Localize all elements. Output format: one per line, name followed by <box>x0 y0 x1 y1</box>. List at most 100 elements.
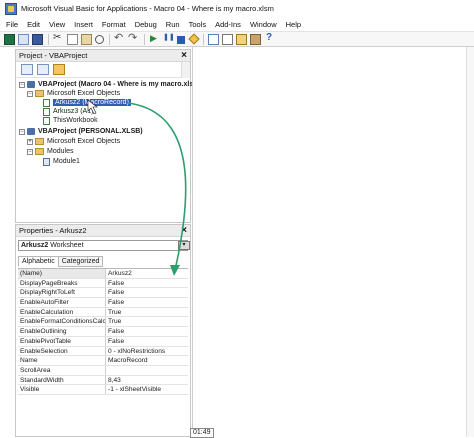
worksheet-icon <box>43 98 50 107</box>
tree-item-vbaproject-personal[interactable]: − VBAProject (PERSONAL.XLSB) <box>19 127 143 136</box>
save-icon[interactable] <box>32 33 43 45</box>
tree-item-label: VBAProject (PERSONAL.XLSB) <box>38 128 143 135</box>
undo-icon[interactable] <box>114 31 125 45</box>
code-window-area[interactable] <box>192 47 474 437</box>
property-value[interactable]: False <box>106 327 188 336</box>
property-row[interactable]: DisplayPageBreaks False <box>18 278 188 289</box>
paste-icon[interactable] <box>81 33 92 45</box>
cut-icon[interactable] <box>53 32 64 45</box>
find-icon[interactable] <box>95 34 104 44</box>
expand-icon[interactable]: + <box>27 138 33 145</box>
tree-item-arkusz3[interactable]: Arkusz3 (A1) <box>43 107 93 116</box>
menu-insert[interactable]: Insert <box>74 20 93 29</box>
object-browser-icon[interactable] <box>236 33 247 45</box>
collapse-icon[interactable]: − <box>19 81 25 88</box>
main-scrollbar[interactable] <box>466 47 474 437</box>
menu-help[interactable]: Help <box>286 20 301 29</box>
excel-icon[interactable] <box>4 33 15 45</box>
toolbox-icon[interactable] <box>250 33 261 45</box>
worksheet-icon <box>43 107 50 116</box>
object-name: Arkusz2 <box>21 242 49 249</box>
properties-icon[interactable] <box>222 33 233 45</box>
property-row[interactable]: EnableAutoFilter False <box>18 298 188 308</box>
tab-alphabetic[interactable]: Alphabetic <box>18 256 59 267</box>
reset-icon[interactable] <box>177 35 185 44</box>
menu-format[interactable]: Format <box>102 20 126 29</box>
menu-edit[interactable]: Edit <box>27 20 40 29</box>
view-code-icon[interactable] <box>21 64 33 75</box>
property-row[interactable]: (Name) Arkusz2 <box>18 269 188 279</box>
menu-window[interactable]: Window <box>250 20 277 29</box>
property-value[interactable] <box>106 366 188 375</box>
property-value[interactable]: True <box>106 308 188 317</box>
property-value[interactable]: Arkusz2 <box>106 269 188 278</box>
tree-item-label: Module1 <box>53 158 80 165</box>
property-row[interactable]: Name MacroRecord <box>18 356 188 366</box>
tree-item-excel-objects-personal[interactable]: + Microsoft Excel Objects <box>27 137 120 146</box>
property-value[interactable]: -1 - xlSheetVisible <box>106 385 188 394</box>
tree-item-excel-objects[interactable]: − Microsoft Excel Objects <box>27 89 120 98</box>
property-row[interactable]: Visible -1 - xlSheetVisible <box>18 385 188 395</box>
property-name: StandardWidth <box>18 375 106 385</box>
menu-tools[interactable]: Tools <box>189 20 207 29</box>
properties-pane: Properties - Arkusz2 × Arkusz2 Worksheet… <box>15 224 191 437</box>
break-icon[interactable] <box>163 33 175 45</box>
help-icon[interactable] <box>264 32 275 45</box>
view-object-icon[interactable] <box>37 64 49 75</box>
property-value[interactable]: False <box>106 279 188 288</box>
properties-pane-title: Properties - Arkusz2 × <box>16 225 190 237</box>
property-value[interactable]: MacroRecord <box>106 356 188 365</box>
window-title: Microsoft Visual Basic for Applications … <box>21 4 274 13</box>
menu-file[interactable]: File <box>6 20 18 29</box>
property-row[interactable]: ScrollArea <box>18 365 188 376</box>
tree-item-modules[interactable]: − Modules <box>27 147 73 156</box>
folder-icon <box>35 138 44 145</box>
property-row[interactable]: EnableCalculation True <box>18 307 188 318</box>
property-value[interactable]: True <box>106 317 188 326</box>
properties-grid: (Name) Arkusz2 DisplayPageBreaks False D… <box>18 268 188 395</box>
tree-item-module1[interactable]: Module1 <box>43 157 80 166</box>
collapse-icon[interactable]: − <box>27 148 33 155</box>
tree-item-label: ThisWorkbook <box>53 117 98 124</box>
property-row[interactable]: StandardWidth 8,43 <box>18 375 188 386</box>
property-row[interactable]: EnableSelection 0 - xlNoRestrictions <box>18 346 188 357</box>
vba-project-icon <box>27 81 35 88</box>
property-value[interactable]: False <box>106 298 188 307</box>
property-row[interactable]: DisplayRightToLeft False <box>18 288 188 299</box>
tree-item-thisworkbook[interactable]: ThisWorkbook <box>43 116 98 125</box>
menu-view[interactable]: View <box>49 20 65 29</box>
property-value[interactable]: False <box>106 288 188 297</box>
collapse-icon[interactable]: − <box>27 90 33 97</box>
copy-icon[interactable] <box>67 33 78 45</box>
pane-dropdown-toggle[interactable]: ▾ <box>178 241 190 250</box>
property-value[interactable]: False <box>106 337 188 346</box>
module-icon <box>43 157 50 166</box>
tab-categorized[interactable]: Categorized <box>57 256 104 267</box>
insert-module-icon[interactable] <box>18 33 29 45</box>
property-row[interactable]: EnablePivotTable False <box>18 336 188 347</box>
design-mode-icon[interactable] <box>188 33 200 45</box>
property-row[interactable]: EnableFormatConditionsCalcula True <box>18 317 188 328</box>
vba-app-icon <box>5 2 17 15</box>
redo-icon[interactable] <box>128 31 139 45</box>
property-row[interactable]: EnableOutlining False <box>18 327 188 337</box>
collapse-icon[interactable]: − <box>19 128 25 135</box>
project-pane-scrollbar[interactable] <box>181 62 190 78</box>
property-name: DisplayRightToLeft <box>18 288 106 298</box>
tree-item-label: Microsoft Excel Objects <box>47 90 121 97</box>
menu-run[interactable]: Run <box>166 20 180 29</box>
tree-item-arkusz2[interactable]: Arkusz2 (MacroRecord) <box>43 98 131 107</box>
tree-item-label: Arkusz2 (MacroRecord) <box>53 99 131 106</box>
toggle-folders-icon[interactable] <box>53 64 65 75</box>
close-icon[interactable]: × <box>181 50 187 61</box>
object-dropdown[interactable]: Arkusz2 Worksheet ▼ <box>18 240 188 251</box>
property-value[interactable]: 0 - xlNoRestrictions <box>106 347 188 356</box>
tree-item-vbaproject-macro04[interactable]: − VBAProject (Macro 04 - Where is my mac… <box>19 80 193 89</box>
menu-debug[interactable]: Debug <box>135 20 157 29</box>
menu-add-ins[interactable]: Add-Ins <box>215 20 241 29</box>
property-value[interactable]: 8,43 <box>106 376 188 385</box>
standard-toolbar <box>0 31 474 47</box>
close-icon[interactable]: × <box>181 225 187 236</box>
project-explorer-icon[interactable] <box>208 33 219 45</box>
run-icon[interactable] <box>149 33 160 45</box>
